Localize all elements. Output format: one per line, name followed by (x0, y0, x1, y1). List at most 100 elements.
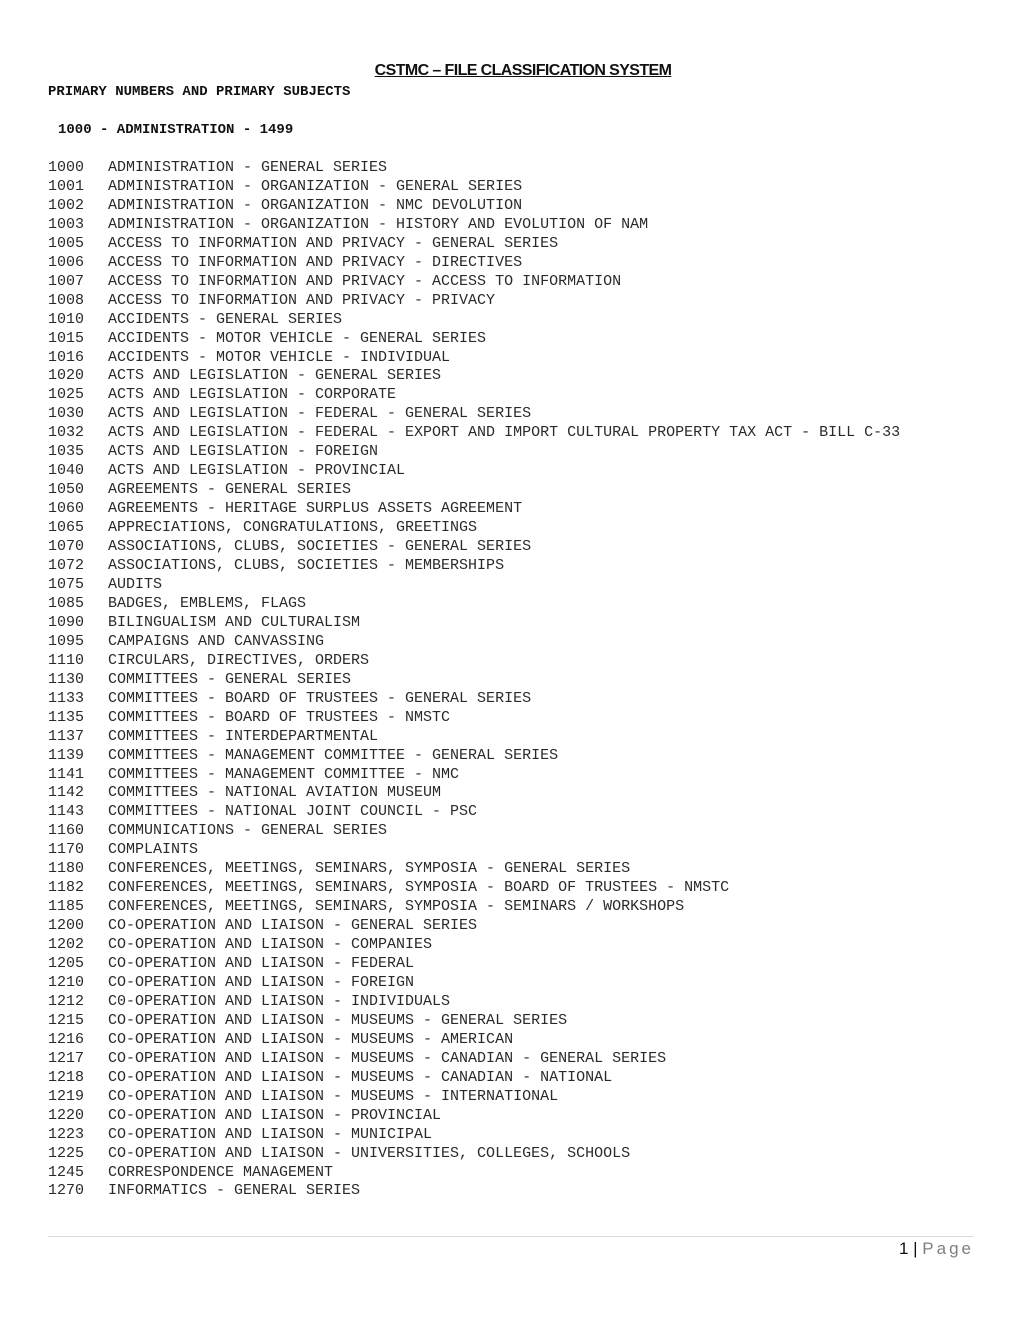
classification-subject: ASSOCIATIONS, CLUBS, SOCIETIES - MEMBERS… (108, 557, 505, 575)
classification-subject: ACCIDENTS - GENERAL SERIES (108, 310, 343, 328)
list-item: 1072 ASSOCIATIONS, CLUBS, SOCIETIES - MEM… (48, 557, 978, 576)
classification-subject: COMMITTEES - MANAGEMENT COMMITTEE - NMC (108, 765, 460, 783)
list-item: 1135 COMMITTEES - BOARD OF TRUSTEES - NMS… (48, 709, 978, 728)
classification-subject: ACTS AND LEGISLATION - PROVINCIAL (108, 462, 406, 480)
list-item: 1075 AUDITS (48, 576, 978, 595)
classification-code: 1185 (48, 898, 85, 916)
list-item: 1170 COMPLAINTS (48, 841, 978, 860)
classification-subject: CO-OPERATION AND LIAISON - MUSEUMS - CAN… (108, 1049, 667, 1067)
list-item: 1130 COMMITTEES - GENERAL SERIES (48, 671, 978, 690)
classification-subject: CONFERENCES, MEETINGS, SEMINARS, SYMPOSI… (108, 898, 685, 916)
classification-code: 1085 (48, 594, 85, 612)
classification-subject: ACCESS TO INFORMATION AND PRIVACY - PRIV… (108, 291, 496, 309)
classification-code: 1072 (48, 557, 85, 575)
classification-code: 1180 (48, 860, 85, 878)
classification-subject: ACTS AND LEGISLATION - FEDERAL - EXPORT … (108, 424, 901, 442)
page-footer: 1 | Page (899, 1239, 974, 1259)
classification-subject: COMPLAINTS (108, 841, 199, 859)
classification-code: 1143 (48, 803, 85, 821)
classification-code: 1139 (48, 746, 85, 764)
list-item: 1218 CO-OPERATION AND LIAISON - MUSEUMS -… (48, 1069, 978, 1088)
list-item: 1212 C0-OPERATION AND LIAISON - INDIVIDUA… (48, 993, 978, 1012)
classification-subject: AGREEMENTS - GENERAL SERIES (108, 481, 352, 499)
classification-code: 1040 (48, 462, 85, 480)
document-title: CSTMC – FILE CLASSIFICATION SYSTEM (374, 62, 672, 79)
footer-divider (48, 1236, 974, 1237)
classification-code: 1006 (48, 253, 85, 271)
classification-code: 1002 (48, 196, 85, 214)
list-item: 1007 ACCESS TO INFORMATION AND PRIVACY - … (48, 273, 978, 292)
classification-code: 1225 (48, 1144, 85, 1162)
classification-subject: CO-OPERATION AND LIAISON - MUSEUMS - INT… (108, 1087, 559, 1105)
document-page: CSTMC – FILE CLASSIFICATION SYSTEM PRIMA… (0, 0, 1020, 1320)
classification-subject: COMMITTEES - INTERDEPARTMENTAL (108, 727, 379, 745)
classification-subject: AGREEMENTS - HERITAGE SURPLUS ASSETS AGR… (108, 500, 523, 518)
classification-subject: INFORMATICS - GENERAL SERIES (108, 1182, 361, 1200)
classification-code: 1035 (48, 443, 85, 461)
classification-subject: AUDITS (108, 575, 163, 593)
classification-code: 1216 (48, 1030, 85, 1048)
list-item: 1005 ACCESS TO INFORMATION AND PRIVACY - … (48, 235, 978, 254)
classification-subject: ADMINISTRATION - ORGANIZATION - HISTORY … (108, 215, 649, 233)
classification-subject: CIRCULARS, DIRECTIVES, ORDERS (108, 651, 370, 669)
classification-code: 1133 (48, 689, 85, 707)
classification-subject: CO-OPERATION AND LIAISON - FOREIGN (108, 973, 415, 991)
list-item: 1032 ACTS AND LEGISLATION - FEDERAL - EXP… (48, 424, 978, 443)
classification-code: 1070 (48, 538, 85, 556)
list-item: 1085 BADGES, EMBLEMS, FLAGS (48, 595, 978, 614)
classification-code: 1270 (48, 1182, 85, 1200)
list-item: 1050 AGREEMENTS - GENERAL SERIES (48, 481, 978, 500)
list-item: 1270 INFORMATICS - GENERAL SERIES (48, 1182, 978, 1201)
classification-code: 1110 (48, 651, 85, 669)
list-item: 1160 COMMUNICATIONS - GENERAL SERIES (48, 822, 978, 841)
classification-subject: BADGES, EMBLEMS, FLAGS (108, 594, 307, 612)
classification-code: 1160 (48, 822, 85, 840)
classification-subject: COMMITTEES - BOARD OF TRUSTEES - NMSTC (108, 708, 451, 726)
list-item: 1060 AGREEMENTS - HERITAGE SURPLUS ASSETS… (48, 500, 978, 519)
list-item: 1095 CAMPAIGNS AND CANVASSING (48, 633, 978, 652)
classification-subject: CO-OPERATION AND LIAISON - PROVINCIAL (108, 1106, 442, 1124)
classification-subject: C0-OPERATION AND LIAISON - INDIVIDUALS (108, 992, 451, 1010)
classification-subject: ADMINISTRATION - ORGANIZATION - GENERAL … (108, 177, 523, 195)
classification-code: 1075 (48, 575, 85, 593)
classification-code: 1217 (48, 1049, 85, 1067)
classification-code: 1010 (48, 310, 85, 328)
classification-subject: ADMINISTRATION - GENERAL SERIES (108, 159, 388, 176)
classification-code: 1212 (48, 992, 85, 1010)
classification-code: 1215 (48, 1011, 85, 1029)
classification-code: 1182 (48, 879, 85, 897)
classification-subject: ADMINISTRATION - ORGANIZATION - NMC DEVO… (108, 196, 523, 214)
classification-code: 1090 (48, 613, 85, 631)
list-item: 1210 CO-OPERATION AND LIAISON - FOREIGN (48, 974, 978, 993)
list-item: 1110 CIRCULARS, DIRECTIVES, ORDERS (48, 652, 978, 671)
list-item: 1143 COMMITTEES - NATIONAL JOINT COUNCIL … (48, 803, 978, 822)
classification-subject: COMMITTEES - NATIONAL AVIATION MUSEUM (108, 784, 442, 802)
classification-subject: COMMITTEES - BOARD OF TRUSTEES - GENERAL… (108, 689, 532, 707)
classification-subject: ACTS AND LEGISLATION - GENERAL SERIES (108, 367, 442, 385)
classification-code: 1032 (48, 424, 85, 442)
classification-subject: CO-OPERATION AND LIAISON - MUSEUMS - CAN… (108, 1068, 613, 1086)
classification-subject: ASSOCIATIONS, CLUBS, SOCIETIES - GENERAL… (108, 538, 532, 556)
page-number: 1 (898, 1239, 909, 1258)
list-item: 1025 ACTS AND LEGISLATION - CORPORATE (48, 386, 978, 405)
list-item: 1223 CO-OPERATION AND LIAISON - MUNICIPAL (48, 1126, 978, 1145)
classification-subject: ACCIDENTS - MOTOR VEHICLE - INDIVIDUAL (108, 348, 451, 366)
list-item: 1245 CORRESPONDENCE MANAGEMENT (48, 1164, 978, 1183)
list-item: 1180 CONFERENCES, MEETINGS, SEMINARS, SYM… (48, 860, 978, 879)
classification-code: 1025 (48, 386, 85, 404)
classification-code: 1135 (48, 708, 85, 726)
list-item: 1030 ACTS AND LEGISLATION - FEDERAL - GEN… (48, 405, 978, 424)
list-item: 1000 ADMINISTRATION - GENERAL SERIES (48, 159, 978, 178)
classification-subject: ACCESS TO INFORMATION AND PRIVACY - GENE… (108, 234, 559, 252)
list-item: 1182 CONFERENCES, MEETINGS, SEMINARS, SYM… (48, 879, 978, 898)
classification-code: 1007 (48, 272, 85, 290)
list-item: 1215 CO-OPERATION AND LIAISON - MUSEUMS -… (48, 1012, 978, 1031)
classification-code: 1218 (48, 1068, 85, 1086)
page-separator: | (913, 1239, 918, 1258)
classification-code: 1142 (48, 784, 85, 802)
classification-code: 1245 (48, 1163, 85, 1181)
list-item: 1139 COMMITTEES - MANAGEMENT COMMITTEE - … (48, 747, 978, 766)
classification-code: 1050 (48, 481, 85, 499)
classification-subject: CO-OPERATION AND LIAISON - FEDERAL (108, 955, 415, 973)
classification-code: 1202 (48, 936, 85, 954)
